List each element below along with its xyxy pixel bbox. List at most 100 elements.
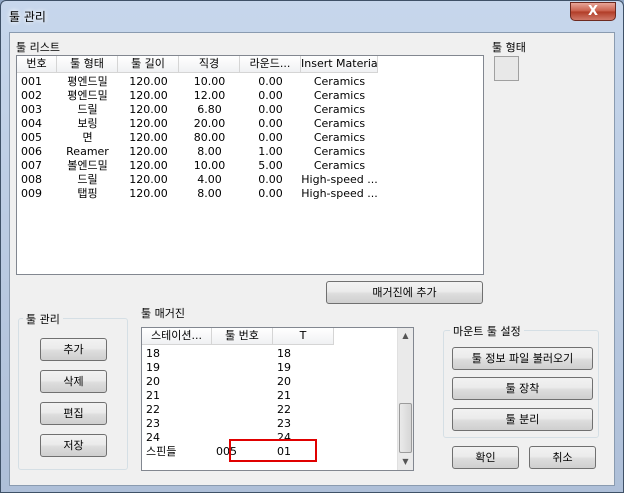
tool-list-cell: 12.00 <box>193 89 226 102</box>
detach-tool-button[interactable]: 툴 분리 <box>452 408 593 431</box>
tool-list-cell: 120.00 <box>129 159 168 172</box>
tool-list-column-header[interactable]: Insert Material <box>301 56 378 73</box>
tool-list-cell: 20.00 <box>193 117 226 130</box>
edit-button[interactable]: 편집 <box>40 402 107 425</box>
delete-button[interactable]: 삭제 <box>40 370 107 393</box>
magazine-cell: 21 <box>146 389 160 402</box>
tool-list-cell: 005 <box>21 131 42 144</box>
magazine-cell: 18 <box>146 347 160 360</box>
tool-list-column-header[interactable]: 툴 길이 <box>118 56 179 73</box>
magazine-cell: 23 <box>146 417 160 430</box>
tool-list-column-header[interactable]: 번호 <box>17 56 57 73</box>
magazine-row[interactable]: 20 20 <box>142 375 413 389</box>
magazine-row[interactable]: 22 22 <box>142 403 413 417</box>
tool-shape-preview <box>494 56 519 81</box>
tool-list-cell: 드릴 <box>77 173 98 186</box>
magazine-scrollbar[interactable]: ▲ ▼ <box>397 328 413 470</box>
tool-list-row[interactable]: 007 볼엔드밀 120.00 10.00 5.00 Ceramics <box>17 159 483 173</box>
magazine-column-header[interactable]: 스테이션... <box>142 328 212 345</box>
tool-list-cell: 120.00 <box>129 131 168 144</box>
title-bar[interactable]: 툴 관리 X <box>1 1 623 31</box>
magazine-row[interactable]: 19 19 <box>142 361 413 375</box>
tool-list-column-header[interactable]: 툴 형태 <box>57 56 118 73</box>
magazine-cell: 22 <box>277 403 291 416</box>
tool-list-cell: 8.00 <box>197 145 222 158</box>
magazine-row[interactable]: 23 23 <box>142 417 413 431</box>
close-button[interactable]: X <box>570 2 616 21</box>
scroll-up-icon[interactable]: ▲ <box>398 328 413 344</box>
tool-list-cell: 001 <box>21 75 42 88</box>
tool-list-cell: 10.00 <box>193 75 226 88</box>
tool-list-row[interactable]: 006 Reamer 120.00 8.00 1.00 Ceramics <box>17 145 483 159</box>
tool-list-cell: 007 <box>21 159 42 172</box>
tool-list-cell: 0.00 <box>258 173 283 186</box>
tool-list-cell: Ceramics <box>313 131 366 144</box>
ok-button[interactable]: 확인 <box>452 446 519 469</box>
tool-list-column-header[interactable]: 라운드... <box>240 56 301 73</box>
tool-list-table[interactable]: 번호 툴 형태 툴 길이 직경 라운드... Insert Material 001 평엔드… <box>16 55 484 275</box>
tool-list-cell: 1.00 <box>258 145 283 158</box>
tool-list-row[interactable]: 009 탭핑 120.00 8.00 0.00 High-speed ... <box>17 187 483 201</box>
tool-list-cell: 003 <box>21 103 42 116</box>
save-button[interactable]: 저장 <box>40 434 107 457</box>
magazine-cell: 20 <box>146 375 160 388</box>
tool-list-row[interactable]: 003 드릴 120.00 6.80 0.00 Ceramics <box>17 103 483 117</box>
tool-magazine-label: 툴 매거진 <box>141 307 185 320</box>
scroll-down-icon[interactable]: ▼ <box>398 454 413 470</box>
magazine-row[interactable]: 21 21 <box>142 389 413 403</box>
tool-list-cell: Ceramics <box>313 159 366 172</box>
magazine-column-header[interactable]: 툴 번호 <box>212 328 273 345</box>
load-tool-file-button[interactable]: 툴 정보 파일 불러오기 <box>452 347 593 370</box>
tool-list-cell: 004 <box>21 117 42 130</box>
tool-list-row[interactable]: 004 보링 120.00 20.00 0.00 Ceramics <box>17 117 483 131</box>
tool-manage-label: 툴 관리 <box>23 311 63 327</box>
tool-list-row[interactable]: 005 면 120.00 80.00 0.00 Ceramics <box>17 131 483 145</box>
tool-list-cell: 6.80 <box>197 103 222 116</box>
tool-list-cell: 120.00 <box>129 75 168 88</box>
highlight-box <box>229 439 317 462</box>
mount-tool-label: 마운트 툴 설정 <box>450 323 524 339</box>
add-button[interactable]: 추가 <box>40 338 107 361</box>
tool-list-cell: 평엔드밀 <box>67 75 108 88</box>
magazine-cell: 18 <box>277 347 291 360</box>
magazine-cell: 22 <box>146 403 160 416</box>
tool-list-cell: 드릴 <box>77 103 98 116</box>
tool-list-cell: High-speed ... <box>301 173 378 186</box>
tool-list-cell: 보링 <box>77 117 98 130</box>
magazine-cell: 21 <box>277 389 291 402</box>
tool-list-cell: Reamer <box>66 145 109 158</box>
tool-management-window: 툴 관리 X 툴 리스트 번호 툴 형태 툴 길이 직경 라운드... Insert Ma… <box>0 0 624 493</box>
tool-list-label: 툴 리스트 <box>16 41 60 54</box>
scroll-thumb[interactable] <box>399 403 412 453</box>
tool-list-cell: 8.00 <box>197 187 222 200</box>
tool-list-cell: 0.00 <box>258 103 283 116</box>
tool-shape-label: 툴 형태 <box>492 41 526 54</box>
tool-list-column-header[interactable]: 직경 <box>179 56 240 73</box>
tool-list-cell: 120.00 <box>129 145 168 158</box>
tool-list-cell: 면 <box>82 131 93 144</box>
magazine-cell: 19 <box>277 361 291 374</box>
tool-list-cell: 120.00 <box>129 117 168 130</box>
tool-list-cell: 0.00 <box>258 117 283 130</box>
tool-list-cell: 탭핑 <box>77 187 98 200</box>
tool-list-cell: 008 <box>21 173 42 186</box>
attach-tool-button[interactable]: 툴 장착 <box>452 377 593 400</box>
tool-list-cell: 4.00 <box>197 173 222 186</box>
tool-list-row[interactable]: 001 평엔드밀 120.00 10.00 0.00 Ceramics <box>17 75 483 89</box>
tool-list-cell: 평엔드밀 <box>67 89 108 102</box>
tool-list-cell: 120.00 <box>129 187 168 200</box>
tool-list-cell: 006 <box>21 145 42 158</box>
magazine-column-header[interactable]: T <box>273 328 334 345</box>
add-to-magazine-button[interactable]: 매거진에 추가 <box>326 281 483 304</box>
tool-list-cell: High-speed ... <box>301 187 378 200</box>
magazine-row[interactable]: 18 18 <box>142 347 413 361</box>
magazine-cell: 23 <box>277 417 291 430</box>
magazine-cell: 19 <box>146 361 160 374</box>
tool-list-cell: 10.00 <box>193 159 226 172</box>
tool-list-cell: 5.00 <box>258 159 283 172</box>
tool-list-cell: 0.00 <box>258 131 283 144</box>
cancel-button[interactable]: 취소 <box>529 446 596 469</box>
tool-list-row[interactable]: 002 평엔드밀 120.00 12.00 0.00 Ceramics <box>17 89 483 103</box>
tool-list-cell: Ceramics <box>313 75 366 88</box>
tool-list-row[interactable]: 008 드릴 120.00 4.00 0.00 High-speed ... <box>17 173 483 187</box>
